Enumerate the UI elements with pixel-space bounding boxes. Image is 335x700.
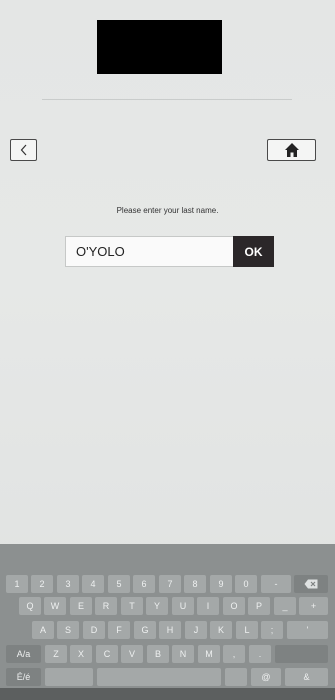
key-q[interactable]: Q (19, 597, 41, 615)
key-l[interactable]: L (236, 621, 258, 639)
key-j[interactable]: J (185, 621, 207, 639)
key-i[interactable]: I (197, 597, 219, 615)
key-0[interactable]: 0 (235, 575, 257, 593)
on-screen-keyboard: 1 2 3 4 5 6 7 8 9 0 - Q W E R T Y U I O … (0, 544, 335, 700)
key-c[interactable]: C (96, 645, 118, 663)
key-r[interactable]: R (95, 597, 117, 615)
key-k[interactable]: K (210, 621, 232, 639)
key-2[interactable]: 2 (31, 575, 53, 593)
key-ampersand[interactable]: & (285, 668, 328, 686)
key-f[interactable]: F (108, 621, 130, 639)
key-z[interactable]: Z (45, 645, 67, 663)
last-name-input[interactable]: O'YOLO (65, 236, 233, 267)
key-apostrophe[interactable]: ' (287, 621, 328, 639)
bottom-bezel (0, 688, 335, 700)
key-b[interactable]: B (147, 645, 169, 663)
key-e[interactable]: E (70, 597, 92, 615)
key-1[interactable]: 1 (6, 575, 28, 593)
key-8[interactable]: 8 (184, 575, 206, 593)
key-blank[interactable] (275, 645, 328, 663)
key-t[interactable]: T (121, 597, 143, 615)
key-minus[interactable]: - (261, 575, 291, 593)
redacted-logo (97, 20, 222, 74)
header-divider (42, 99, 292, 100)
key-m[interactable]: M (198, 645, 220, 663)
key-a[interactable]: A (32, 621, 54, 639)
key-semicolon[interactable]: ; (261, 621, 283, 639)
key-x[interactable]: X (70, 645, 92, 663)
key-4[interactable]: 4 (82, 575, 104, 593)
key-at[interactable]: @ (251, 668, 281, 686)
key-comma[interactable]: , (223, 645, 245, 663)
key-6[interactable]: 6 (133, 575, 155, 593)
key-blank-right[interactable] (225, 668, 247, 686)
accent-key[interactable]: É/é (6, 668, 41, 686)
key-y[interactable]: Y (146, 597, 168, 615)
key-blank-left[interactable] (45, 668, 93, 686)
space-bar[interactable] (97, 668, 221, 686)
key-u[interactable]: U (172, 597, 194, 615)
key-period[interactable]: . (249, 645, 271, 663)
key-p[interactable]: P (248, 597, 270, 615)
key-plus[interactable]: + (299, 597, 328, 615)
key-underscore[interactable]: _ (274, 597, 296, 615)
key-n[interactable]: N (172, 645, 194, 663)
kiosk-screen: Please enter your last name. O'YOLO OK 1… (0, 0, 335, 700)
key-3[interactable]: 3 (57, 575, 79, 593)
backspace-icon (304, 579, 318, 589)
home-button[interactable] (267, 139, 316, 161)
back-button[interactable] (10, 139, 37, 161)
key-7[interactable]: 7 (159, 575, 181, 593)
key-v[interactable]: V (121, 645, 143, 663)
shift-key[interactable]: A/a (6, 645, 41, 663)
key-5[interactable]: 5 (108, 575, 130, 593)
key-g[interactable]: G (134, 621, 156, 639)
key-9[interactable]: 9 (210, 575, 232, 593)
last-name-value: O'YOLO (76, 244, 125, 259)
home-icon (284, 143, 299, 157)
ok-button[interactable]: OK (233, 236, 274, 267)
last-name-prompt: Please enter your last name. (116, 206, 219, 215)
key-d[interactable]: D (83, 621, 105, 639)
key-o[interactable]: O (223, 597, 245, 615)
key-w[interactable]: W (44, 597, 66, 615)
key-h[interactable]: H (159, 621, 181, 639)
chevron-left-icon (20, 144, 26, 156)
backspace-key[interactable] (294, 575, 328, 593)
key-s[interactable]: S (57, 621, 79, 639)
